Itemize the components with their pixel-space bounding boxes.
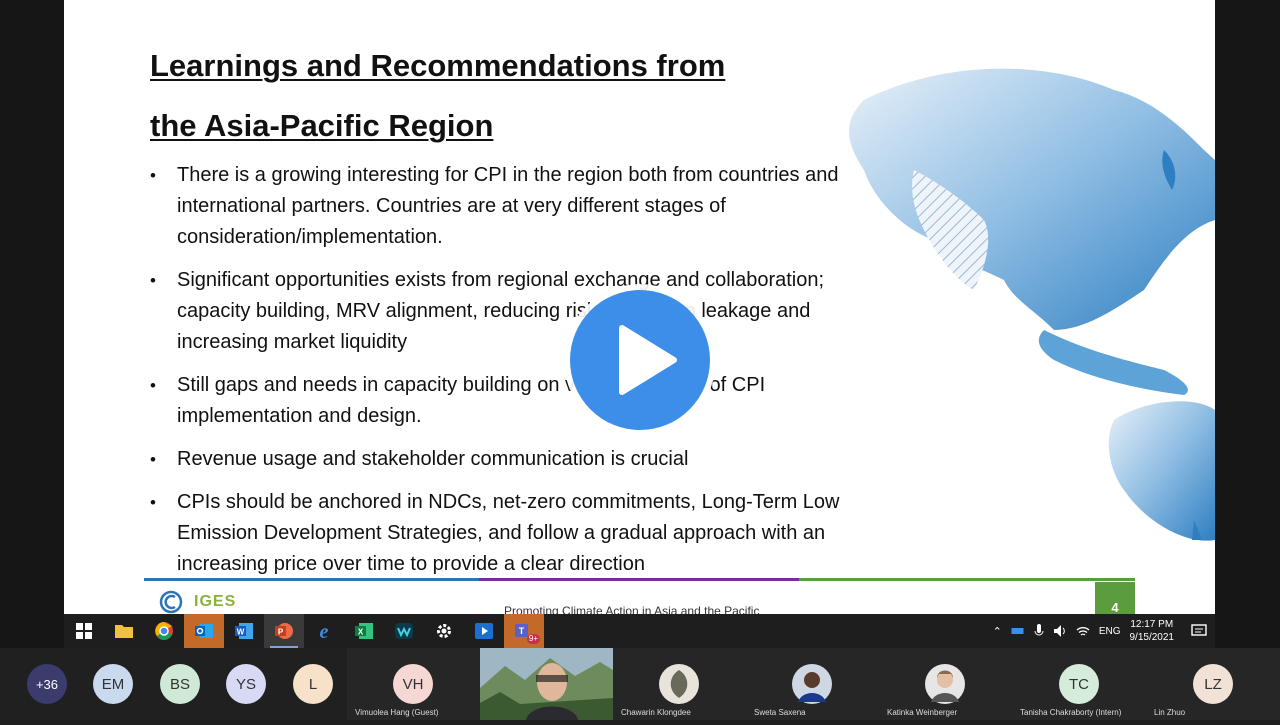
screen-edge-right — [1215, 0, 1280, 648]
taskbar-powerpoint[interactable]: P — [264, 614, 304, 648]
bullet-dot: • — [150, 271, 156, 290]
bullet-text: CPIs should be anchored in NDCs, net-zer… — [177, 491, 840, 575]
footer-line-blue — [144, 578, 479, 581]
word-icon: W — [235, 623, 253, 639]
taskbar-outlook[interactable] — [184, 614, 224, 648]
excel-icon: X — [355, 623, 373, 639]
folder-icon — [115, 625, 133, 638]
language-indicator[interactable]: ENG — [1099, 626, 1121, 637]
participant-avatar: VH — [393, 664, 433, 704]
taskbar-chrome[interactable] — [144, 614, 184, 648]
participant-tile[interactable]: Chawarin Klongdee — [613, 648, 746, 720]
svg-text:W: W — [237, 628, 245, 637]
participant-name: Vimuolea Hang (Guest) — [355, 708, 439, 717]
footer-line-green — [799, 578, 1135, 581]
teams-badge: 9+ — [526, 634, 540, 644]
participant-photo-icon — [925, 664, 965, 704]
bullet-item: • There is a growing interesting for CPI … — [150, 160, 850, 253]
wifi-icon[interactable] — [1076, 625, 1090, 637]
taskbar-webex[interactable] — [384, 614, 424, 648]
taskbar-media-player[interactable] — [464, 614, 504, 648]
participant-name: Sweta Saxena — [754, 708, 806, 717]
participant-photo-icon — [792, 664, 832, 704]
system-tray: ⌃ ENG 12:17 PM 9/15/2021 — [993, 614, 1207, 648]
battery-icon[interactable] — [1011, 626, 1025, 636]
footer-line-purple — [479, 578, 799, 581]
iges-logo-mark-icon — [159, 590, 183, 614]
media-icon — [475, 623, 493, 639]
bullet-text: Significant opportunities exists from re… — [177, 269, 825, 353]
participant-avatar[interactable]: EM — [93, 664, 133, 704]
gear-icon — [437, 624, 451, 638]
participant-avatar: TC — [1059, 664, 1099, 704]
participant-tile[interactable]: Sweta Saxena — [746, 648, 879, 720]
participant-name: Katinka Weinberger — [887, 708, 958, 717]
logo-text: IGES — [194, 593, 237, 610]
participant-avatar[interactable]: L — [293, 664, 333, 704]
svg-text:X: X — [358, 628, 364, 637]
bullet-item: • Revenue usage and stakeholder communica… — [150, 444, 850, 475]
clock-time: 12:17 PM — [1130, 619, 1174, 630]
slide-title: Learnings and Recommendations from the A… — [150, 36, 725, 156]
bullet-dot: • — [150, 376, 156, 395]
participant-avatar[interactable]: BS — [160, 664, 200, 704]
webex-icon — [395, 623, 413, 639]
participant-name: Chawarin Klongdee — [621, 708, 691, 717]
participant-tile[interactable]: TC Tanisha Chakraborty (Intern) — [1012, 648, 1146, 720]
participant-tile[interactable]: VH Vimuolea Hang (Guest) — [347, 648, 480, 720]
iges-logo: IGES — [154, 590, 236, 614]
taskbar-excel[interactable]: X — [344, 614, 384, 648]
active-speaker-video[interactable] — [480, 648, 613, 720]
participant-name: Tanisha Chakraborty (Intern) — [1020, 708, 1122, 717]
title-line-1: Learnings and Recommendations from — [150, 48, 726, 83]
bullet-item: • CPIs should be anchored in NDCs, net-ze… — [150, 487, 850, 580]
bullet-dot: • — [150, 166, 156, 185]
chevron-up-icon[interactable]: ⌃ — [993, 625, 1002, 638]
bullet-item: • Still gaps and needs in capacity buildi… — [150, 370, 850, 432]
taskbar-clock[interactable]: 12:17 PM 9/15/2021 — [1130, 618, 1175, 644]
notification-icon[interactable] — [1191, 624, 1207, 638]
bullet-dot: • — [150, 493, 156, 512]
participant-tile[interactable]: Katinka Weinberger — [879, 648, 1012, 720]
participant-name: Lin Zhuo — [1154, 708, 1186, 717]
play-button[interactable] — [570, 290, 710, 430]
svg-text:e: e — [320, 621, 329, 641]
bullet-dot: • — [150, 450, 156, 469]
participants-bar: +36 EM BS YS L VH Vimuolea Hang (Guest) … — [0, 648, 1280, 720]
taskbar: W P e X T 9+ ⌃ ENG 12:17 PM 9/15/2021 — [64, 614, 1215, 648]
footer-divider — [144, 578, 1135, 582]
title-line-2: the Asia-Pacific Region — [150, 108, 494, 143]
taskbar-edge[interactable]: e — [304, 614, 344, 648]
page-number: 4 — [1095, 582, 1135, 614]
participant-avatar[interactable]: YS — [226, 664, 266, 704]
start-button[interactable] — [64, 614, 104, 648]
taskbar-settings[interactable] — [424, 614, 464, 648]
taskbar-word[interactable]: W — [224, 614, 264, 648]
taskbar-file-explorer[interactable] — [104, 614, 144, 648]
speaker-video-frame — [480, 648, 613, 720]
participant-avatar: LZ — [1193, 664, 1233, 704]
volume-icon[interactable] — [1053, 624, 1067, 638]
edge-icon: e — [320, 621, 329, 641]
screen-edge-left — [0, 0, 64, 648]
bullet-item: • Significant opportunities exists from r… — [150, 265, 850, 358]
svg-text:P: P — [278, 628, 284, 637]
play-icon — [619, 325, 677, 395]
bullet-text: Revenue usage and stakeholder communicat… — [177, 448, 689, 470]
svg-text:T: T — [519, 626, 525, 636]
bullet-text: There is a growing interesting for CPI i… — [177, 164, 839, 248]
powerpoint-icon: P — [275, 623, 293, 639]
windows-icon — [76, 623, 92, 639]
chrome-icon — [155, 622, 173, 640]
microphone-icon[interactable] — [1034, 624, 1044, 638]
participant-tile[interactable]: LZ Lin Zhuo — [1146, 648, 1280, 720]
footer-text: Promoting Climate Action in Asia and the… — [504, 604, 760, 614]
participants-overflow[interactable]: +36 — [27, 664, 67, 704]
clock-date: 9/15/2021 — [1129, 632, 1175, 643]
participant-photo-icon — [659, 664, 699, 704]
taskbar-teams[interactable]: T 9+ — [504, 614, 544, 648]
outlook-icon — [195, 624, 213, 638]
bullet-list: • There is a growing interesting for CPI … — [150, 160, 850, 592]
